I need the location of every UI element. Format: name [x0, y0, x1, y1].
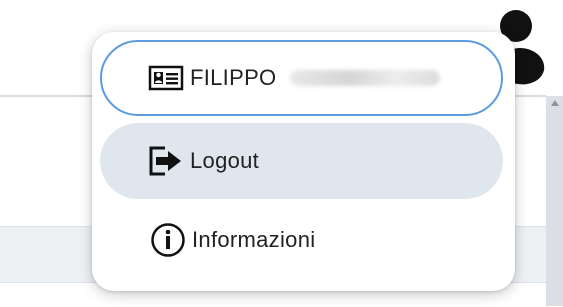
- menu-item-user-profile[interactable]: FILIPPO: [100, 40, 503, 116]
- menu-item-information[interactable]: Informazioni: [100, 202, 503, 278]
- user-dropdown-menu: FILIPPO Logout Informazioni: [92, 32, 515, 291]
- info-circle-icon: [148, 220, 188, 260]
- information-label: Informazioni: [192, 227, 316, 252]
- vertical-scrollbar[interactable]: [546, 96, 563, 306]
- user-name-label: FILIPPO: [190, 65, 277, 90]
- redacted-surname: [290, 70, 441, 86]
- menu-item-logout[interactable]: Logout: [100, 123, 503, 199]
- scroll-up-arrow-icon[interactable]: [551, 100, 559, 106]
- logout-icon: [146, 141, 186, 181]
- logout-label: Logout: [190, 148, 260, 173]
- id-card-icon: [146, 58, 186, 98]
